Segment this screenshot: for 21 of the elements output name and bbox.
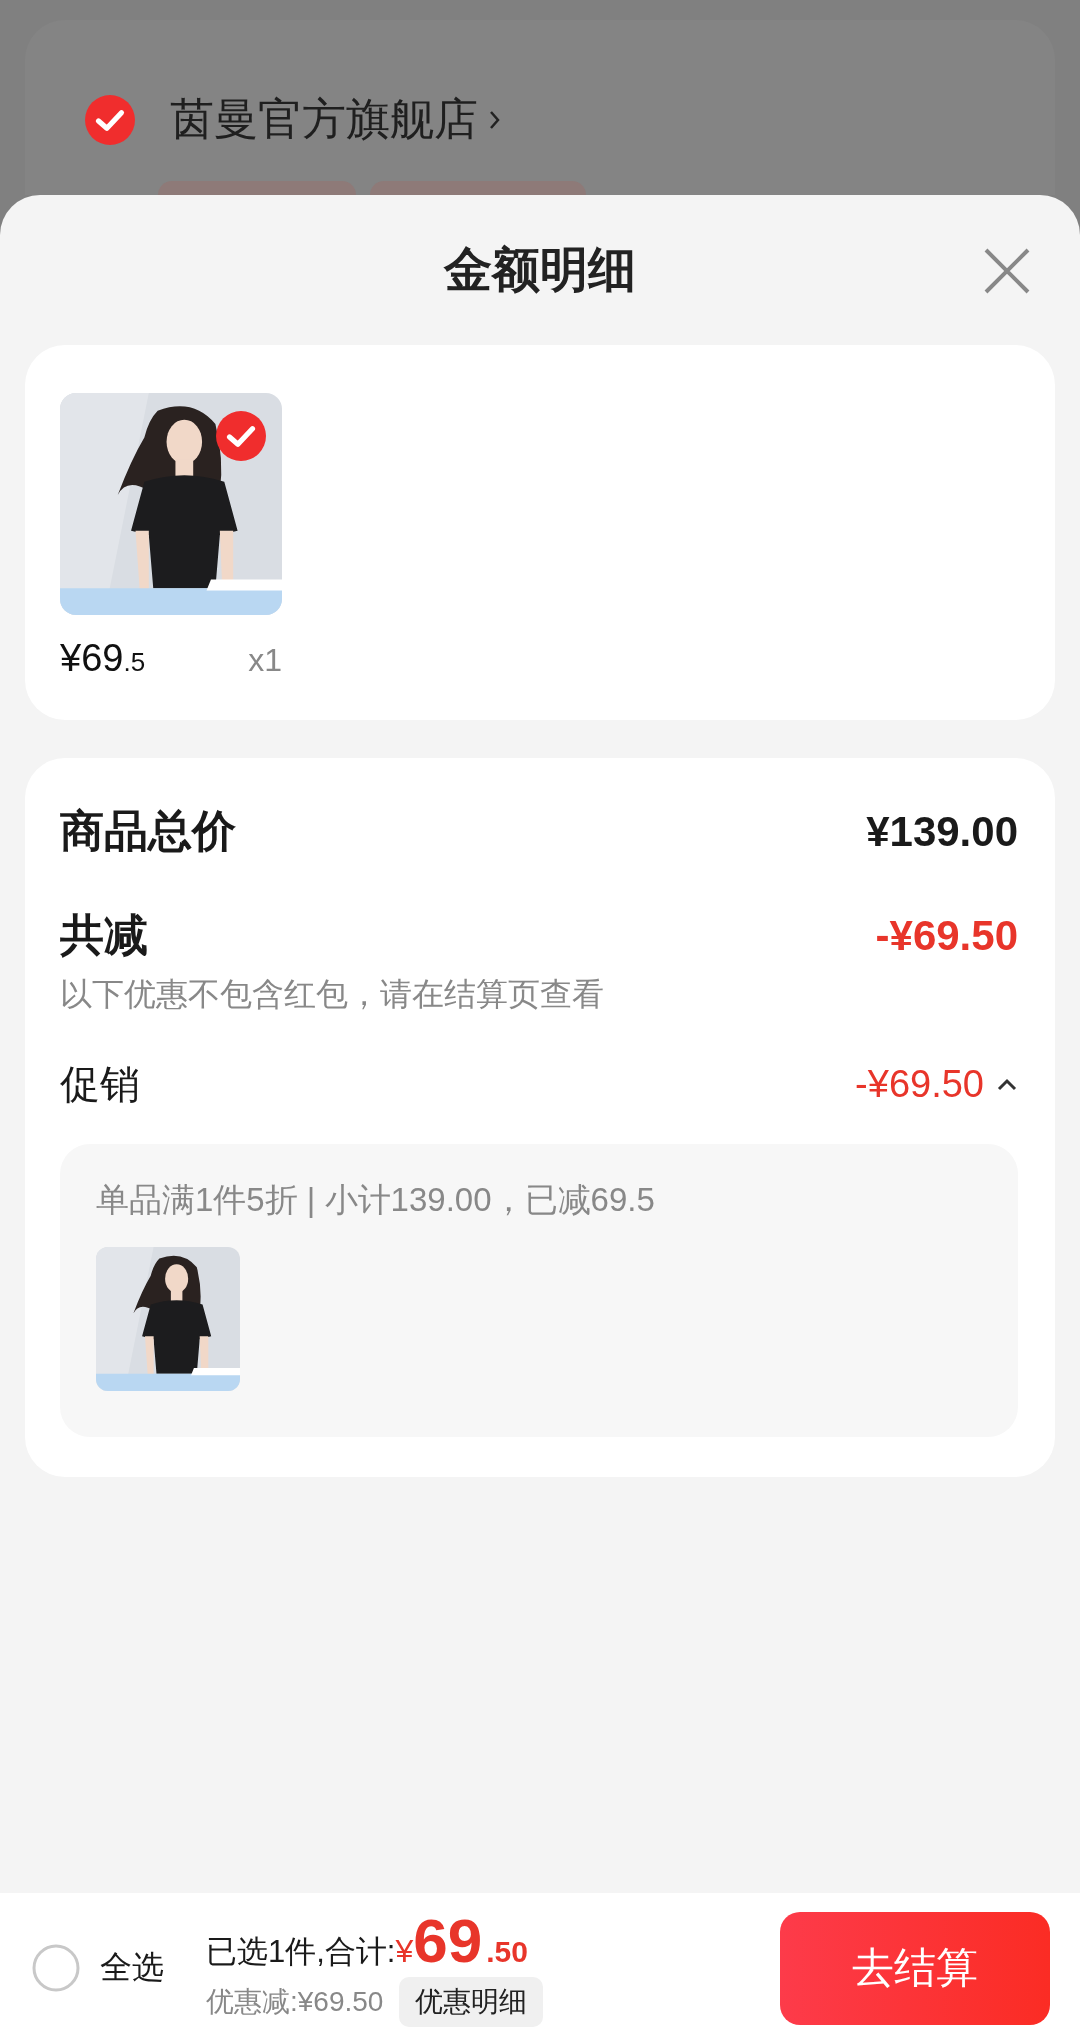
close-icon[interactable] [984, 248, 1030, 294]
total-price: ¥139.00 [866, 807, 1018, 856]
store-name[interactable]: 茵曼官方旗舰店 [170, 90, 478, 149]
discount-label: 共减 [60, 909, 148, 961]
total-label: 商品总价 [60, 805, 236, 857]
discount-details-button[interactable]: 优惠明细 [399, 1976, 544, 2027]
store-checkbox[interactable] [85, 94, 135, 145]
item-price: ¥69.5 [60, 637, 146, 680]
promo-label: 促销 [60, 1061, 140, 1108]
selected-total: 已选1件,合计:¥69.50 [206, 1909, 529, 1973]
discount-note: 以下优惠不包含红包，请在结算页查看 [60, 975, 605, 1014]
sheet-title: 金额明细 [444, 242, 636, 298]
saving-text: 优惠减:¥69.50 [206, 1984, 384, 2019]
check-badge[interactable] [216, 411, 266, 461]
item-quantity: x1 [248, 642, 282, 679]
select-all-label[interactable]: 全选 [100, 1946, 164, 1990]
promo-amount: -¥69.50 [855, 1063, 984, 1106]
discount-amount: -¥69.50 [875, 911, 1018, 960]
checkout-button[interactable]: 去结算 [780, 1911, 1050, 2025]
select-all-checkbox[interactable] [32, 1944, 80, 1992]
promo-detail: 单品满1件5折 | 小计139.00，已减69.5 [96, 1180, 656, 1220]
